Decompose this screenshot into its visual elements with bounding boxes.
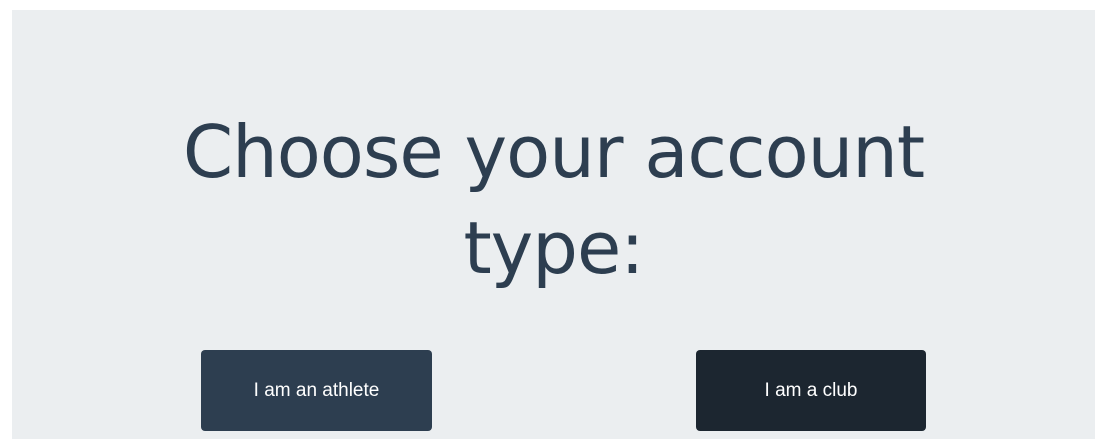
athlete-account-button-label: I am an athlete <box>253 379 380 401</box>
page-title: Choose your account type: <box>182 110 925 290</box>
club-account-button-label: I am a club <box>764 379 858 401</box>
club-account-button[interactable]: I am a club <box>696 350 926 431</box>
athlete-account-button[interactable]: I am an athlete <box>201 350 432 431</box>
account-type-panel: Choose your account type: I am an athlet… <box>12 10 1095 439</box>
